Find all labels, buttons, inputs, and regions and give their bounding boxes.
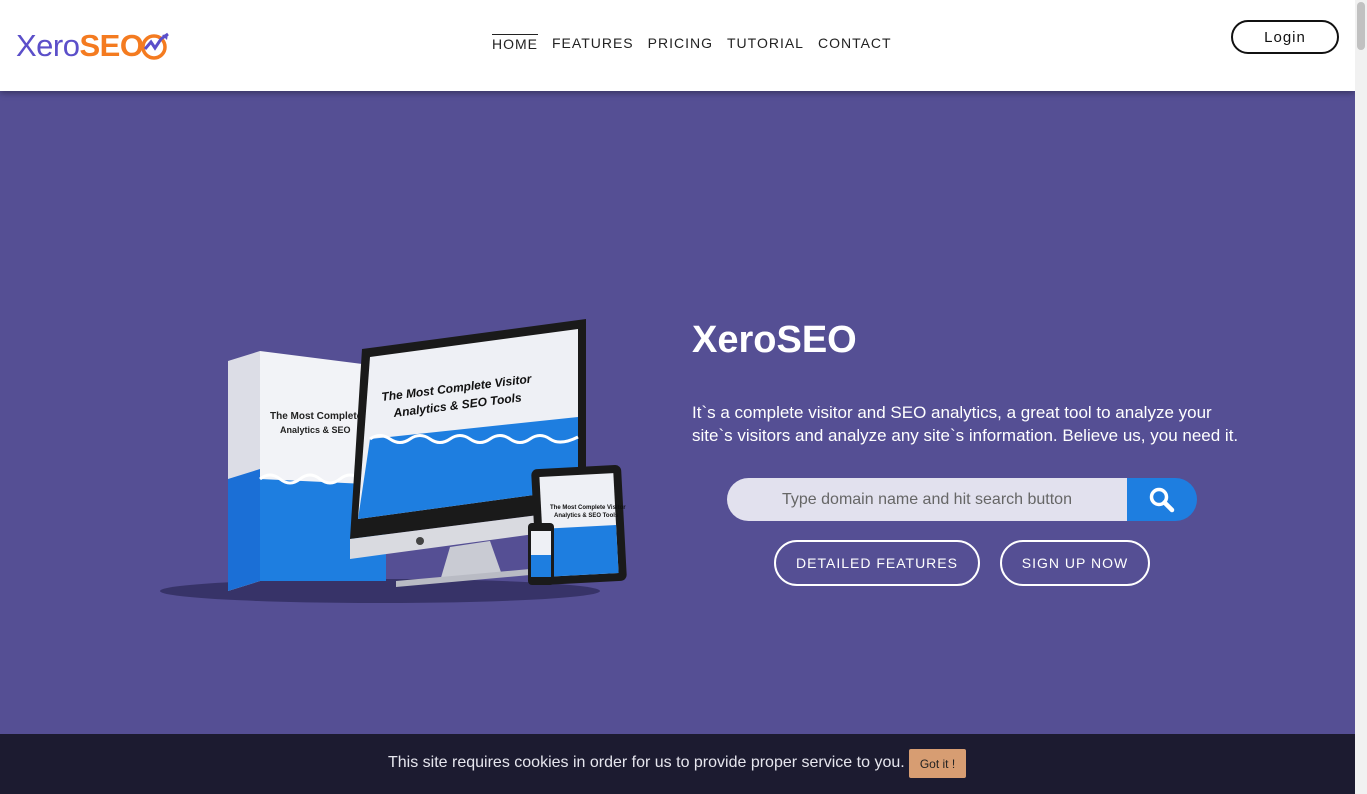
cookie-accept-button[interactable]: Got it ! <box>909 749 966 778</box>
hero-title: XeroSEO <box>692 319 857 361</box>
svg-text:The Most Complete: The Most Complete <box>270 411 363 422</box>
scrollbar-thumb[interactable] <box>1357 2 1365 50</box>
nav-home[interactable]: HOME <box>492 34 538 53</box>
cookie-banner: This site requires cookies in order for … <box>0 734 1355 794</box>
nav-tutorial[interactable]: TUTORIAL <box>727 34 804 53</box>
hero-section: The Most Complete Analytics & SEO The Mo… <box>0 91 1355 734</box>
svg-text:The Most Complete Visitor: The Most Complete Visitor <box>550 505 626 511</box>
product-mockup-image: The Most Complete Analytics & SEO The Mo… <box>160 319 627 603</box>
domain-search <box>727 478 1197 521</box>
nav-pricing[interactable]: PRICING <box>648 34 713 53</box>
search-icon <box>1149 487 1175 512</box>
logo-text-xero: Xero <box>16 28 80 63</box>
sign-up-button[interactable]: SIGN UP NOW <box>1000 540 1150 586</box>
main-nav: HOME FEATURES PRICING TUTORIAL CONTACT <box>492 34 892 53</box>
domain-search-input[interactable] <box>727 478 1127 521</box>
hero-description: It`s a complete visitor and SEO analytic… <box>692 403 1239 445</box>
site-header: Xero SEO HOME FEATURES PRICING TUTORIAL … <box>0 0 1355 91</box>
logo-chart-icon <box>141 32 170 60</box>
nav-features[interactable]: FEATURES <box>552 34 634 53</box>
logo[interactable]: Xero SEO <box>16 28 171 64</box>
logo-text-seo: SEO <box>79 28 144 63</box>
search-button[interactable] <box>1127 478 1197 521</box>
svg-text:Analytics & SEO Tools: Analytics & SEO Tools <box>554 513 619 519</box>
page-scrollbar[interactable] <box>1355 0 1367 794</box>
svg-text:Analytics & SEO: Analytics & SEO <box>280 425 351 435</box>
cookie-message: This site requires cookies in order for … <box>388 754 905 771</box>
login-button[interactable]: Login <box>1231 20 1339 54</box>
nav-contact[interactable]: CONTACT <box>818 34 892 53</box>
detailed-features-button[interactable]: DETAILED FEATURES <box>774 540 980 586</box>
